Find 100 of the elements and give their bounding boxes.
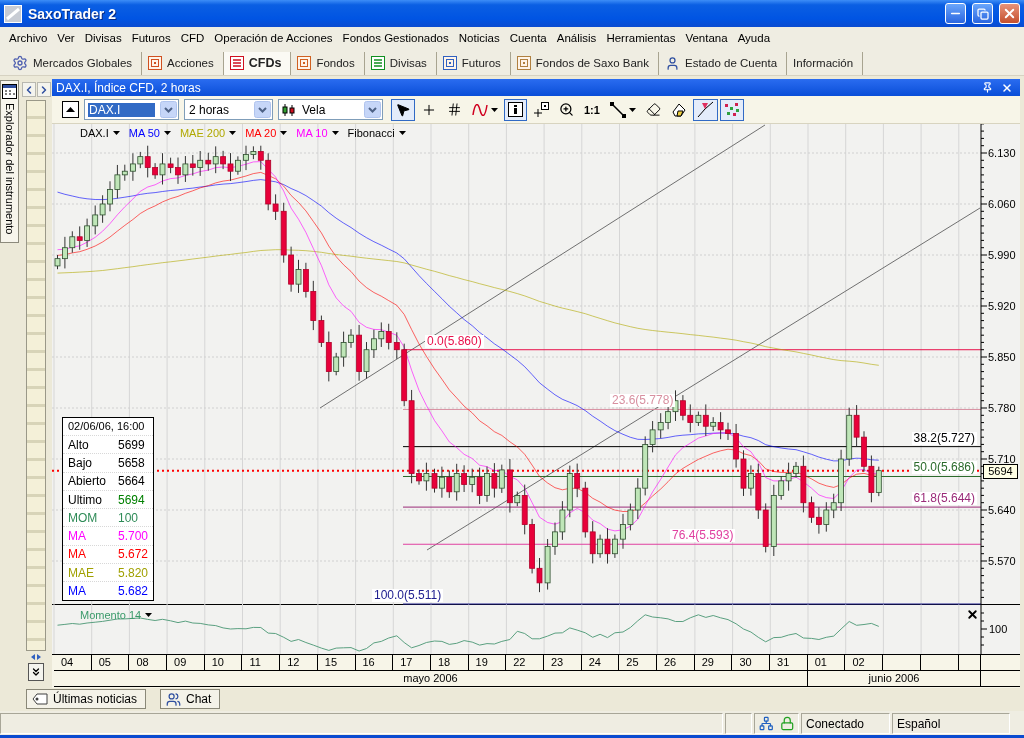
date-label: 19 [468, 655, 507, 670]
legend-item[interactable]: Fibonacci [347, 127, 406, 139]
menu-item[interactable]: Noticias [453, 28, 505, 48]
last-price-label: 5694 [983, 463, 1018, 479]
tab[interactable]: Fondos [291, 51, 365, 75]
wave-icon [472, 103, 488, 116]
info-title: 02/06/06, 16:00 [67, 419, 146, 434]
previous-button[interactable] [21, 82, 36, 97]
menu-item[interactable]: Cuenta [504, 28, 552, 48]
next-button[interactable] [36, 82, 51, 97]
tool-button[interactable] [504, 98, 527, 121]
tab[interactable]: CFDs [223, 51, 292, 75]
caret-icon [163, 131, 171, 135]
chevron-down-icon [364, 101, 381, 118]
legend-item[interactable]: MA 50 [128, 127, 171, 139]
menu-item[interactable]: Herramientas [601, 28, 681, 48]
tab[interactable]: Divisas [364, 51, 437, 75]
axis-label: 6.130 [988, 147, 1016, 159]
date-label: 16 [355, 655, 394, 670]
restore-button[interactable] [972, 3, 993, 24]
info-label: Alto [68, 437, 90, 452]
axis-label: 5.640 [988, 504, 1016, 516]
expand-button[interactable] [28, 663, 44, 681]
tab[interactable]: Fondos de Saxo Bank [510, 51, 659, 75]
side-tab[interactable]: Explorador del instrumento [0, 80, 19, 244]
close-icon [966, 608, 979, 621]
tool-button[interactable] [391, 98, 415, 121]
chevron-down-icon [160, 101, 177, 118]
tab[interactable]: Información [787, 51, 864, 75]
tab[interactable]: Acciones [142, 51, 224, 75]
fibonacci-label: 76.4(5.593) [670, 529, 736, 543]
tab[interactable]: Estado de Cuenta [659, 51, 788, 75]
info-value: 5.820 [118, 565, 149, 580]
axis-label: 5.990 [988, 249, 1016, 261]
caret-icon [491, 107, 498, 112]
zoom-icon [559, 102, 574, 117]
axis-label: 6.060 [988, 198, 1016, 210]
language-status: Español [892, 713, 1010, 734]
menu-item[interactable]: Ventana [680, 28, 733, 48]
info-label: Bajo [68, 455, 94, 470]
tab-label: Fondos de Saxo Bank [535, 57, 649, 69]
bottom-tab[interactable]: Últimas noticias [26, 689, 147, 709]
framed-square-icon [442, 56, 457, 70]
bottom-tab-label: Últimas noticias [53, 692, 138, 706]
tab-label: Estado de Cuenta [685, 57, 778, 69]
month-label: mayo 2006 [54, 671, 808, 686]
window-icon [2, 84, 17, 99]
info-value: 5.672 [118, 547, 149, 562]
menu-item[interactable]: Futuros [126, 28, 176, 48]
eraser-icon [645, 102, 661, 117]
plus-square-icon [533, 101, 549, 118]
info-label: MA [68, 529, 87, 544]
tab-label: Información [793, 57, 854, 69]
tab[interactable]: Mercados Globales [6, 51, 143, 75]
menu-item[interactable]: Ver [52, 28, 80, 48]
tag-icon [32, 693, 48, 705]
menu-item[interactable]: Operación de Acciones [209, 28, 338, 48]
paint-bucket-icon [670, 101, 687, 118]
date-label: 22 [506, 655, 544, 670]
legend-item[interactable]: MA 20 [245, 127, 288, 139]
info-icon [508, 102, 523, 117]
date-label: 18 [430, 655, 469, 670]
scale-button[interactable]: 1:1 [580, 98, 604, 121]
month-label: junio 2006 [808, 671, 981, 686]
info-label: MAE [68, 565, 95, 580]
tab-label: CFDs [248, 56, 282, 70]
date-label: 02 [845, 655, 884, 670]
dropdown-field[interactable]: DAX.I [84, 99, 179, 120]
date-label: 05 [91, 655, 130, 670]
info-value: 5694 [118, 492, 145, 507]
fibonacci-label: 61.8(5.644) [911, 492, 977, 506]
candlestick-icon [282, 102, 296, 117]
tab-label: Acciones [167, 57, 214, 69]
info-value: 5.700 [118, 529, 149, 544]
dropdown-field[interactable]: 2 horas [184, 99, 273, 120]
menu-item[interactable]: CFD [175, 28, 210, 48]
dropdown-field[interactable]: Vela [278, 99, 383, 120]
minimize-button[interactable] [945, 3, 966, 24]
pin-icon [981, 82, 993, 93]
menu-item[interactable]: Fondos Gestionados [337, 28, 454, 48]
close-icon [1001, 81, 1013, 94]
people-icon [166, 691, 182, 707]
menu-item[interactable]: Divisas [79, 28, 127, 48]
bottom-tab[interactable]: Chat [160, 689, 221, 709]
caret-icon [628, 107, 636, 112]
dropdown-value: 2 horas [188, 102, 231, 117]
tab[interactable]: Futuros [436, 51, 511, 75]
side-tab-label: Explorador del instrumento [3, 103, 16, 235]
info-value: 5664 [118, 474, 145, 489]
info-label: MA [68, 547, 87, 562]
fibonacci-label: 23.6(5.778) [610, 394, 676, 408]
legend-item[interactable]: DAX.I [80, 127, 120, 139]
menu-item[interactable]: Ayuda [732, 28, 776, 48]
grid-icon [447, 102, 462, 117]
date-label: 12 [280, 655, 318, 670]
menu-item[interactable]: Análisis [551, 28, 602, 48]
menu-item[interactable]: Archivo [4, 28, 53, 48]
up-button[interactable] [62, 101, 79, 118]
close-button[interactable] [966, 608, 979, 621]
date-label: 23 [543, 655, 582, 670]
